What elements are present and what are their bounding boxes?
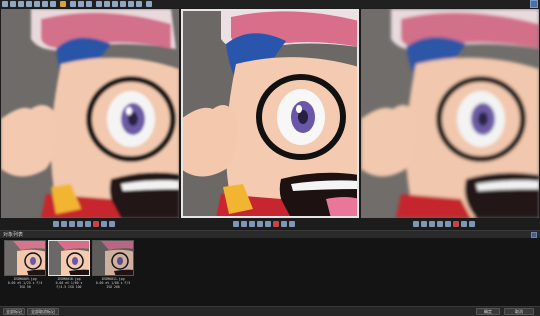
thumbnail-image-1 xyxy=(5,241,45,275)
grid-icon[interactable] xyxy=(70,1,76,7)
mark-icon[interactable] xyxy=(461,221,467,227)
mark-icon[interactable] xyxy=(281,221,287,227)
thumbnail-1[interactable] xyxy=(4,240,46,276)
zoom-in-icon[interactable] xyxy=(10,1,16,7)
photo-image-2 xyxy=(181,9,359,218)
flip-icon[interactable] xyxy=(120,1,126,7)
magnifier-icon[interactable] xyxy=(85,221,91,227)
thumbnail-image-2 xyxy=(49,241,89,275)
ok-button[interactable]: 确定 xyxy=(476,308,500,315)
rotate-icon[interactable] xyxy=(469,221,475,227)
image-pane-3[interactable] xyxy=(361,9,539,218)
magnifier-icon[interactable] xyxy=(50,1,56,7)
thumbnail-3[interactable] xyxy=(92,240,134,276)
rotate-icon[interactable] xyxy=(109,221,115,227)
settings-icon[interactable] xyxy=(136,1,142,7)
fit-icon[interactable] xyxy=(233,221,239,227)
rotate-icon[interactable] xyxy=(289,221,295,227)
delete-icon[interactable] xyxy=(453,221,459,227)
pane-toolbar-1 xyxy=(1,220,179,229)
histogram-icon[interactable] xyxy=(128,1,134,7)
zoom-100-icon[interactable] xyxy=(26,1,32,7)
thumbnail-caption-2: IEDM0010.jpg 0.00 eV 1/60 s F/4.5 ISO 10… xyxy=(44,277,94,289)
zoom-out-icon[interactable] xyxy=(69,221,75,227)
thumbnail-caption-3: IEDM0011.jpg 0.00 eV 1/80 s F/5 ISO 200 xyxy=(88,277,138,289)
photo-image-3 xyxy=(361,9,539,218)
pane-toolbar-2 xyxy=(181,220,359,229)
delete-icon[interactable] xyxy=(93,221,99,227)
photo-image-1 xyxy=(1,9,179,218)
window-toggle-button[interactable] xyxy=(530,0,538,8)
rotate-icon[interactable] xyxy=(112,1,118,7)
thumbnail-exif-2: F/4.5 ISO 100 xyxy=(56,285,82,289)
magnifier-icon[interactable] xyxy=(445,221,451,227)
layout-icon[interactable] xyxy=(78,1,84,7)
sync-icon[interactable] xyxy=(96,1,102,7)
image-pane-1[interactable] xyxy=(1,9,179,218)
pan-icon[interactable] xyxy=(42,1,48,7)
select-all-button[interactable]: 全部标记 xyxy=(3,308,25,315)
thumbnail-caption-1: IEDM0009.jpg 0.00 eV 1/25 s F/4 ISO 50 xyxy=(0,277,50,289)
main-toolbar xyxy=(0,0,540,8)
fit-icon[interactable] xyxy=(53,221,59,227)
zoom-out-icon[interactable] xyxy=(429,221,435,227)
magnifier-icon[interactable] xyxy=(265,221,271,227)
delete-icon[interactable] xyxy=(273,221,279,227)
zoom-in-icon[interactable] xyxy=(61,221,67,227)
deselect-all-button[interactable]: 全部取消标记 xyxy=(27,308,59,315)
zoom-100-icon[interactable] xyxy=(77,221,83,227)
pane-toolbar-3 xyxy=(361,220,539,229)
zoom-out-icon[interactable] xyxy=(249,221,255,227)
filmstrip: IEDM0009.jpg 0.00 eV 1/25 s F/4 ISO 50 I… xyxy=(0,238,540,306)
link-icon[interactable] xyxy=(104,1,110,7)
footer-bar: 全部标记 全部取消标记 确定 取消 xyxy=(0,306,540,316)
mark-icon[interactable] xyxy=(101,221,107,227)
zoom-in-icon[interactable] xyxy=(241,221,247,227)
warning-icon[interactable] xyxy=(60,1,66,7)
zoom-out-icon[interactable] xyxy=(18,1,24,7)
zoom-100-icon[interactable] xyxy=(437,221,443,227)
thumbnail-2[interactable] xyxy=(48,240,90,276)
fit-icon[interactable] xyxy=(413,221,419,227)
zoom-100-icon[interactable] xyxy=(257,221,263,227)
cancel-button[interactable]: 取消 xyxy=(504,308,534,315)
thumbnail-exif-2: ISO 200 xyxy=(106,285,120,289)
thumbnail-exif-2: ISO 50 xyxy=(19,285,31,289)
compare-icon[interactable] xyxy=(86,1,92,7)
info-icon[interactable] xyxy=(146,1,152,7)
zoom-fit-icon[interactable] xyxy=(2,1,8,7)
zoom-dropdown-icon[interactable] xyxy=(34,1,40,7)
zoom-in-icon[interactable] xyxy=(421,221,427,227)
image-pane-2[interactable] xyxy=(181,9,359,218)
thumbnail-image-3 xyxy=(93,241,133,275)
object-list-header: 对象列表 xyxy=(0,230,540,238)
